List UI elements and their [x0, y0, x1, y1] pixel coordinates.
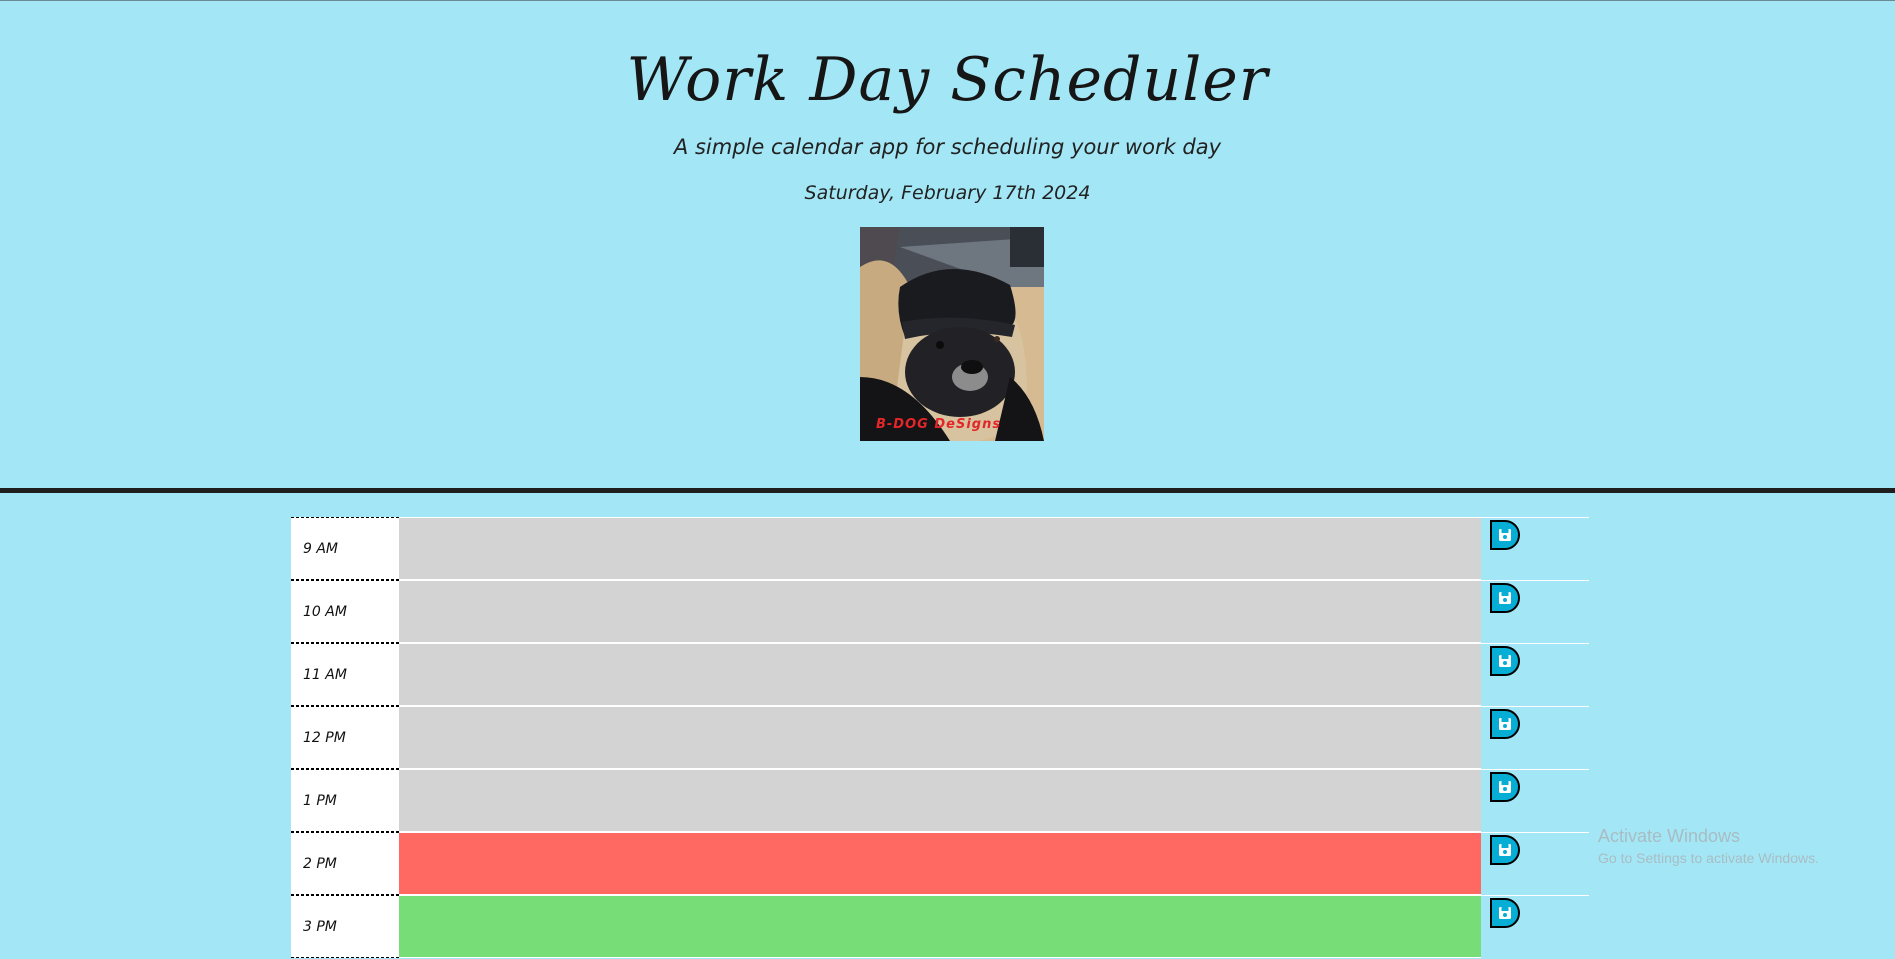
- time-block-row: 10 AM: [291, 580, 1589, 643]
- event-description-input[interactable]: [399, 643, 1481, 706]
- event-description-input[interactable]: [399, 895, 1481, 958]
- page-header: Work Day Scheduler A simple calendar app…: [0, 1, 1895, 488]
- floppy-disk-icon: [1499, 592, 1511, 604]
- floppy-disk-icon: [1499, 907, 1511, 919]
- floppy-disk-icon: [1499, 781, 1511, 793]
- save-button[interactable]: [1490, 709, 1520, 739]
- watermark-subtitle: Go to Settings to activate Windows.: [1598, 850, 1819, 866]
- hour-label: 9 AM: [291, 517, 399, 580]
- floppy-disk-icon: [1499, 655, 1511, 667]
- floppy-disk-icon: [1499, 844, 1511, 856]
- windows-activation-watermark: Activate Windows Go to Settings to activ…: [1598, 826, 1819, 866]
- header-divider: [0, 488, 1895, 493]
- save-button[interactable]: [1490, 898, 1520, 928]
- event-description-input[interactable]: [399, 832, 1481, 895]
- event-description-input[interactable]: [399, 769, 1481, 832]
- save-button[interactable]: [1490, 835, 1520, 865]
- floppy-disk-icon: [1499, 718, 1511, 730]
- floppy-disk-icon: [1499, 529, 1511, 541]
- save-button[interactable]: [1490, 583, 1520, 613]
- current-day: Saturday, February 17th 2024: [804, 182, 1091, 204]
- event-description-input[interactable]: [399, 517, 1481, 580]
- page-title: Work Day Scheduler: [626, 45, 1269, 115]
- hour-label: 10 AM: [291, 580, 399, 643]
- time-block-row: 9 AM: [291, 517, 1589, 580]
- event-description-input[interactable]: [399, 706, 1481, 769]
- time-block-row: 1 PM: [291, 769, 1589, 832]
- save-button[interactable]: [1490, 520, 1520, 550]
- hour-label: 11 AM: [291, 643, 399, 706]
- dog-photo: [860, 227, 1044, 441]
- watermark-title: Activate Windows: [1598, 826, 1741, 846]
- hour-label: 2 PM: [291, 832, 399, 895]
- event-description-input[interactable]: [399, 580, 1481, 643]
- save-button[interactable]: [1490, 646, 1520, 676]
- hour-label: 3 PM: [291, 895, 399, 958]
- save-button[interactable]: [1490, 772, 1520, 802]
- page-subtitle: A simple calendar app for scheduling you…: [673, 135, 1222, 159]
- logo-image: B-DOG DeSigns: [860, 227, 1044, 441]
- time-block-row: 12 PM: [291, 706, 1589, 769]
- time-block-row: 11 AM: [291, 643, 1589, 706]
- time-block-row: 2 PM: [291, 832, 1589, 895]
- hour-label: 1 PM: [291, 769, 399, 832]
- schedule-container: 9 AM 10 AM 11 AM 12 PM 1 PM 2 PM 3 PM: [291, 517, 1589, 958]
- hour-label: 12 PM: [291, 706, 399, 769]
- time-block-row: 3 PM: [291, 895, 1589, 958]
- logo-caption: B-DOG DeSigns: [876, 417, 1002, 432]
